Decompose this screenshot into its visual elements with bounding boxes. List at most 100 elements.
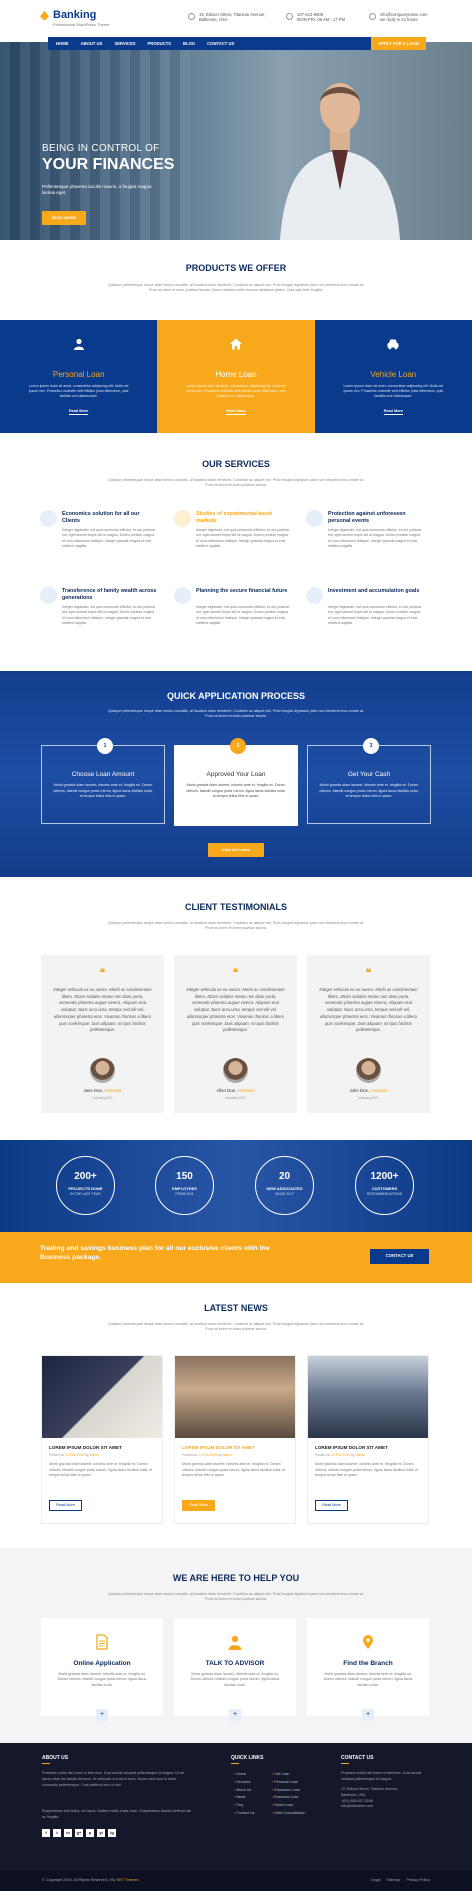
footer-divider [42,1763,50,1764]
help-card: Online Application Morbi gravida diam la… [41,1618,163,1721]
copyright-bar: © Copyright 2019. All Rights Reserved. |… [0,1871,472,1891]
news-read-more-button[interactable]: Read More [182,1500,215,1511]
footer-link[interactable]: Home Loan [272,1802,305,1810]
social-icon[interactable]: yt [97,1829,105,1837]
nav-item[interactable]: HOME [56,41,69,47]
nav-item[interactable]: CONTACT US [207,41,234,47]
header-email: info@companyname.com we reply in 24 hours [369,12,428,23]
hero-read-more-button[interactable]: READ MORE [42,211,86,225]
site-logo[interactable]: Banking [40,10,96,21]
news-date: 21 Feb 2019 [331,1453,351,1458]
product-card: Vehicle Loan Lorem ipsum dolor sit amet,… [314,320,472,433]
news-image[interactable] [308,1356,428,1438]
news-author[interactable]: admin [356,1453,365,1457]
step-number: 1 [97,738,113,754]
section-subtitle: Quisque pellentesque neque vitae metus c… [107,282,365,292]
footer-contact-title: CONTACT US [341,1755,374,1761]
nav-item[interactable]: PRODUCTS [148,41,172,47]
stat-sub: SINCE 2017 [275,1191,294,1196]
nav-item[interactable]: BLOG [183,41,195,47]
footer-link[interactable]: Debt Consolidation [272,1810,305,1818]
social-icon[interactable]: g+ [75,1829,83,1837]
plus-icon[interactable]: + [229,1709,241,1721]
footer-email[interactable]: info@sitename.com [341,1804,431,1810]
author-company: Industry INC [92,1096,113,1100]
social-icon[interactable]: t [53,1829,61,1837]
products-heading: PRODUCTS WE OFFER Quisque pellentesque n… [0,262,472,293]
testimonial-quote: Integer vehicula ex eu auctor. Morbi ac … [319,987,418,1033]
footer-link[interactable]: Contact Us [234,1810,254,1818]
service-icon [40,510,57,527]
nav-item[interactable]: SERVICES [114,41,135,47]
copyright-brand[interactable]: SKT Themes [117,1878,139,1882]
section-subtitle: Quisque pellentesque neque vitae metus c… [107,477,365,487]
news-excerpt: Morbi gravida diam laoreet, lobortis ant… [315,1462,419,1477]
service-description: Integer dignissim, est quis commodo effi… [328,528,422,548]
footer-link[interactable]: Education Loan [272,1787,305,1795]
footer-link[interactable]: Car Loan [272,1771,305,1779]
office-hours: MON-FRI, 08 AM - 17 PM [297,17,345,23]
document-icon [96,1634,108,1650]
news-read-more-button[interactable]: Read More [315,1500,348,1511]
social-icon[interactable]: f [42,1829,50,1837]
service-description: Integer dignissim, est quis commodo effi… [196,528,290,548]
service-title: Transference of family wealth across gen… [62,588,157,601]
testimonial-author: Allen Doe, Assistant [174,1088,297,1094]
author-company: Industry INC [358,1096,379,1100]
posted-label: Posted on [182,1453,198,1458]
social-icon[interactable]: ig [108,1829,116,1837]
plus-icon[interactable]: + [96,1709,108,1721]
social-icon[interactable]: in [64,1829,72,1837]
nav-item[interactable]: ABOUT US [81,41,103,47]
hero-headline: YOUR FINANCES [42,156,175,173]
view-all-loans-button[interactable]: View All Loans [208,843,264,857]
product-read-more-link[interactable]: Read More [226,409,246,416]
help-card: Find the Branch Morbi gravida diam laore… [307,1618,429,1721]
product-card: Home Loan Lorem ipsum dolor sit amet, co… [157,320,315,433]
hero-description: Pellentesque pharetra iaculis mauris, a … [42,184,152,196]
news-card: LOREM IPSUM DOLOR SIT AMET Posted on 21 … [41,1355,163,1524]
footer-link[interactable]: Faq [234,1802,255,1810]
step-number: 3 [363,738,379,754]
footer-links-col-1: HomeServicesAbout UsNewsFaqContact Us [234,1771,255,1818]
section-title: QUICK APPLICATION PROCESS [166,691,305,701]
news-read-more-button[interactable]: Read More [49,1500,82,1511]
news-title[interactable]: LOREM IPSUM DOLOR SIT AMET [49,1445,155,1451]
legal-link[interactable]: Privacy Policy [406,1878,430,1883]
product-title: Home Loan [215,370,257,379]
footer-link[interactable]: Business Loan [272,1794,305,1802]
news-title[interactable]: LOREM IPSUM DOLOR SIT AMET [315,1445,421,1451]
news-title[interactable]: LOREM IPSUM DOLOR SIT AMET [182,1445,288,1451]
footer-link[interactable]: Home [234,1771,255,1779]
legal-link[interactable]: Sitemap [386,1878,400,1883]
footer-link[interactable]: News [234,1794,255,1802]
service-icon [306,510,323,527]
stat-number: 20 [278,1171,291,1182]
logo-mark-icon [40,11,49,20]
stat-sub: IN THE LAST YEAR [70,1191,101,1196]
footer-links-col-2: Car LoanPersonal LoanEducation LoanBusin… [272,1771,305,1818]
footer-link[interactable]: About Us [234,1787,255,1795]
footer-link[interactable]: Personal Loan [272,1779,305,1787]
testimonial-card: ❝ Integer vehicula ex eu auctor. Morbi a… [41,955,164,1113]
product-read-more-link[interactable]: Read More [383,409,404,416]
apply-loan-button[interactable]: APPLY FOR A LOAN [371,37,426,50]
help-title: Online Application [73,1660,131,1667]
news-author[interactable]: admin [223,1453,232,1457]
home-icon [229,338,242,350]
news-image[interactable] [175,1356,295,1438]
news-author[interactable]: admin [90,1453,99,1457]
news-image[interactable] [42,1356,162,1438]
step-title: Choose Loan Amount [71,771,135,778]
author-role: Assistant [104,1088,122,1093]
copyright-line: © Copyright 2019. All Rights Reserved. |… [42,1878,116,1882]
footer-link[interactable]: Services [234,1779,255,1787]
plus-icon[interactable]: + [362,1709,374,1721]
author-name: Jane Doe, [83,1088,104,1093]
footer-contact-details: 19, Edison Street, Titanium Avenue, Balt… [341,1787,431,1810]
testimonial-card: ❝ Integer vehicula ex eu auctor. Morbi a… [174,955,297,1113]
product-read-more-link[interactable]: Read More [68,409,89,416]
legal-link[interactable]: Legal [371,1878,380,1883]
social-icon[interactable]: p [86,1829,94,1837]
contact-us-button[interactable]: CONTACT US [370,1249,429,1264]
